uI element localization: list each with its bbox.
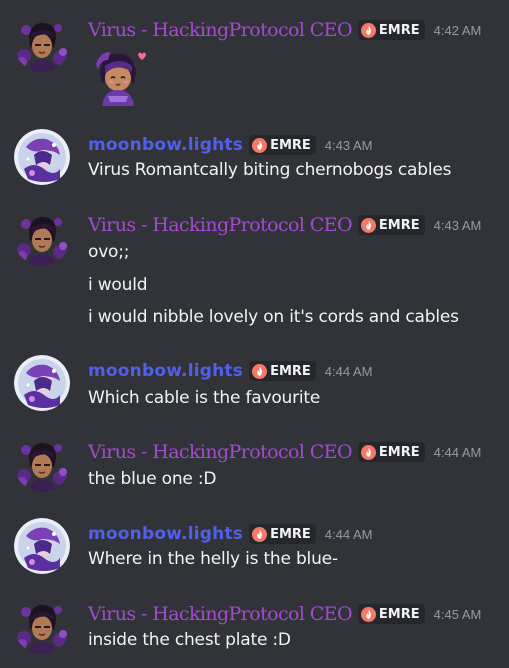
user-avatar-icon [14,129,70,185]
flame-heart-icon [361,23,376,38]
message-text: ovo;; [88,242,130,262]
user-avatar-icon [14,16,70,72]
guild-tag-label: EMRE [378,22,420,38]
user-avatar-icon [14,598,70,654]
username[interactable]: Virus - HackingProtocol CEO [88,19,353,41]
avatar[interactable] [14,436,70,492]
guild-tag-label: EMRE [270,526,311,542]
guild-tag[interactable]: EMRE [357,20,425,40]
flame-heart-icon [252,527,267,542]
message-header: Virus - HackingProtocol CEO EMRE 4:42 AM [88,17,481,43]
flame-heart-icon [361,218,376,233]
message-header: Virus - HackingProtocol CEO EMRE 4:44 AM [88,439,481,465]
message-text: Where in the helly is the blue- [88,549,338,569]
user-avatar-icon [14,355,70,411]
message-group: Virus - HackingProtocol CEO EMRE 4:42 AM [0,0,509,110]
message-header: Virus - HackingProtocol CEO EMRE 4:43 AM [88,212,481,238]
guild-tag-label: EMRE [378,606,420,622]
timestamp[interactable]: 4:44 AM [325,364,373,379]
message-text: inside the chest plate :D [88,630,291,650]
guild-tag-label: EMRE [270,363,311,379]
avatar[interactable] [14,518,70,574]
message-group: moonbow.lights EMRE 4:44 AM Where in the… [0,513,509,583]
message-text: the blue one :D [88,469,217,489]
avatar[interactable] [14,129,70,185]
guild-tag-label: EMRE [378,217,420,233]
guild-tag[interactable]: EMRE [357,442,425,462]
avatar[interactable] [14,16,70,72]
chibi-character-sticker[interactable] [86,44,150,108]
timestamp[interactable]: 4:45 AM [434,607,482,622]
user-avatar-icon [14,436,70,492]
message-header: moonbow.lights EMRE 4:43 AM [88,132,373,158]
message-header: moonbow.lights EMRE 4:44 AM [88,358,373,384]
username[interactable]: moonbow.lights [88,135,243,155]
message-group: Virus - HackingProtocol CEO EMRE 4:45 AM… [0,594,509,668]
message-text: Which cable is the favourite [88,388,321,408]
user-avatar-icon [14,518,70,574]
message-text: Virus Romantcally biting chernobogs cabl… [88,160,452,180]
flame-heart-icon [361,445,376,460]
timestamp[interactable]: 4:43 AM [325,138,373,153]
timestamp[interactable]: 4:43 AM [434,218,482,233]
flame-heart-icon [252,364,267,379]
username[interactable]: Virus - HackingProtocol CEO [88,441,353,463]
flame-heart-icon [252,138,267,153]
guild-tag-label: EMRE [270,137,311,153]
username[interactable]: Virus - HackingProtocol CEO [88,603,353,625]
message-header: Virus - HackingProtocol CEO EMRE 4:45 AM [88,601,481,627]
message-text: i would nibble lovely on it's cords and … [88,307,459,327]
guild-tag[interactable]: EMRE [357,215,425,235]
username[interactable]: Virus - HackingProtocol CEO [88,214,353,236]
avatar[interactable] [14,598,70,654]
timestamp[interactable]: 4:44 AM [325,527,373,542]
guild-tag-label: EMRE [378,444,420,460]
guild-tag[interactable]: EMRE [357,604,425,624]
user-avatar-icon [14,210,70,266]
timestamp[interactable]: 4:44 AM [434,445,482,460]
username[interactable]: moonbow.lights [88,524,243,544]
timestamp[interactable]: 4:42 AM [434,23,482,38]
flame-heart-icon [361,607,376,622]
username[interactable]: moonbow.lights [88,361,243,381]
message-header: moonbow.lights EMRE 4:44 AM [88,521,373,547]
message-group: Virus - HackingProtocol CEO EMRE 4:44 AM… [0,431,509,501]
guild-tag[interactable]: EMRE [249,361,316,381]
avatar[interactable] [14,210,70,266]
message-group: Virus - HackingProtocol CEO EMRE 4:43 AM… [0,205,509,335]
message-group: moonbow.lights EMRE 4:43 AM Virus Romant… [0,124,509,194]
guild-tag[interactable]: EMRE [249,135,316,155]
guild-tag[interactable]: EMRE [249,524,316,544]
message-text: i would [88,275,148,295]
message-group: moonbow.lights EMRE 4:44 AM Which cable … [0,350,509,420]
avatar[interactable] [14,355,70,411]
